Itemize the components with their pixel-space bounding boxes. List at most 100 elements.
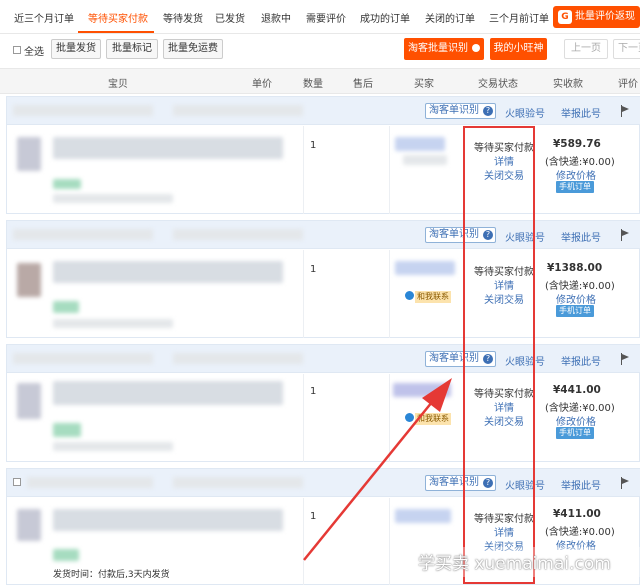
- toolbar: 全选 批量发货 批量标记 批量免运费 淘客批量识别 我的小旺神 上一页 下一页: [0, 34, 640, 66]
- identify-button[interactable]: 淘客单识别?: [425, 227, 496, 243]
- report-account-link[interactable]: 举报此号: [561, 477, 601, 492]
- verify-account-link[interactable]: 火眼验号: [505, 353, 545, 368]
- column-divider: [303, 126, 304, 214]
- column-divider: [303, 498, 304, 585]
- verify-account-link[interactable]: 火眼验号: [505, 477, 545, 492]
- order-card: 淘客单识别? 火眼验号 举报此号 1 等待买家付款 详情 关闭交易 ¥589.7…: [6, 96, 640, 214]
- buyer-name-blurred[interactable]: [395, 137, 445, 151]
- col-after-sale: 售后: [353, 79, 373, 90]
- col-buyer: 买家: [414, 79, 434, 90]
- tab-refunding[interactable]: 退款中: [261, 10, 291, 25]
- column-divider: [389, 374, 390, 462]
- detail-link[interactable]: 详情: [473, 153, 535, 168]
- product-spec-blurred: [53, 194, 173, 203]
- tab-closed[interactable]: 关闭的订单: [425, 10, 475, 25]
- col-unit-price: 单价: [252, 79, 272, 90]
- verify-account-link[interactable]: 火眼验号: [505, 229, 545, 244]
- close-trade-link[interactable]: 关闭交易: [473, 167, 535, 182]
- col-item: 宝贝: [108, 79, 128, 90]
- column-divider: [303, 374, 304, 462]
- trade-status: 等待买家付款: [474, 267, 534, 278]
- product-title-blurred[interactable]: [53, 509, 283, 531]
- batch-mark-button[interactable]: 批量标记: [106, 39, 158, 59]
- order-select-checkbox[interactable]: [13, 478, 21, 486]
- tab-recent-3-months[interactable]: 近三个月订单: [14, 10, 74, 25]
- product-thumbnail[interactable]: [17, 509, 41, 541]
- buyer-name-blurred[interactable]: [395, 509, 451, 523]
- tab-awaiting-shipment[interactable]: 等待发货: [163, 10, 203, 25]
- batch-identify-label: 淘客批量识别: [408, 43, 468, 54]
- product-tag-blurred: [53, 179, 81, 189]
- contact-me-badge[interactable]: 和我联系: [405, 291, 451, 303]
- help-icon: ?: [483, 106, 493, 116]
- next-page-button[interactable]: 下一页: [613, 39, 640, 59]
- identify-button[interactable]: 淘客单识别?: [425, 351, 496, 367]
- active-tab-indicator: [78, 31, 154, 33]
- received-amount: ¥441.00: [553, 384, 601, 396]
- identify-button[interactable]: 淘客单识别?: [425, 475, 496, 491]
- identify-label: 淘客单识别: [429, 353, 479, 364]
- tab-awaiting-payment[interactable]: 等待买家付款: [88, 10, 148, 25]
- tab-shipped[interactable]: 已发货: [215, 10, 245, 25]
- product-thumbnail[interactable]: [17, 383, 41, 419]
- shipping-fee: (含快递:¥0.00): [545, 281, 615, 292]
- flag-icon[interactable]: [621, 353, 631, 365]
- close-trade-link[interactable]: 关闭交易: [473, 413, 535, 428]
- product-tag-blurred: [53, 423, 81, 437]
- tab-older-than-3-months[interactable]: 三个月前订单: [489, 10, 549, 25]
- detail-link[interactable]: 详情: [473, 524, 535, 539]
- product-thumbnail[interactable]: [17, 137, 41, 171]
- modify-price-link[interactable]: 修改价格: [556, 291, 596, 306]
- flag-icon[interactable]: [621, 229, 631, 241]
- batch-free-shipping-button[interactable]: 批量免运费: [163, 39, 223, 59]
- select-all-checkbox[interactable]: [13, 46, 21, 54]
- order-time-blurred: [173, 353, 303, 364]
- close-trade-link[interactable]: 关闭交易: [473, 291, 535, 306]
- detail-link[interactable]: 详情: [473, 399, 535, 414]
- report-account-link[interactable]: 举报此号: [561, 105, 601, 120]
- flag-icon[interactable]: [621, 105, 631, 117]
- mobile-order-badge: 手机订单: [556, 305, 594, 317]
- trade-status: 等待买家付款: [474, 514, 534, 525]
- identify-button[interactable]: 淘客单识别?: [425, 103, 496, 119]
- product-title-blurred[interactable]: [53, 261, 283, 283]
- contact-me-badge[interactable]: 和我联系: [405, 413, 451, 425]
- report-account-link[interactable]: 举报此号: [561, 353, 601, 368]
- modify-price-link[interactable]: 修改价格: [556, 413, 596, 428]
- detail-link[interactable]: 详情: [473, 277, 535, 292]
- product-title-blurred[interactable]: [53, 381, 283, 405]
- product-title-blurred[interactable]: [53, 137, 283, 159]
- product-thumbnail[interactable]: [17, 263, 41, 297]
- chat-icon: [405, 291, 414, 300]
- verify-account-link[interactable]: 火眼验号: [505, 105, 545, 120]
- column-divider: [389, 498, 390, 585]
- toggle-dot-icon: [472, 44, 480, 52]
- tab-need-review[interactable]: 需要评价: [306, 10, 346, 25]
- mobile-order-badge: 手机订单: [556, 181, 594, 193]
- modify-price-link[interactable]: 修改价格: [556, 167, 596, 182]
- buyer-name-blurred[interactable]: [395, 261, 455, 275]
- order-number-blurred: [13, 353, 153, 364]
- quantity: 1: [310, 264, 317, 275]
- buyer-name-blurred[interactable]: [393, 383, 451, 397]
- quantity: 1: [310, 140, 317, 151]
- contact-me-label: 和我联系: [415, 413, 451, 425]
- tab-successful[interactable]: 成功的订单: [360, 10, 410, 25]
- batch-rate-cashback-label: 批量评价返现: [575, 11, 635, 22]
- prev-page-button[interactable]: 上一页: [564, 39, 608, 59]
- report-account-link[interactable]: 举报此号: [561, 229, 601, 244]
- batch-identify-button[interactable]: 淘客批量识别: [404, 38, 484, 60]
- order-time-blurred: [173, 229, 303, 240]
- shipping-fee: (含快递:¥0.00): [545, 157, 615, 168]
- mobile-order-badge: 手机订单: [556, 427, 594, 439]
- flag-icon[interactable]: [621, 477, 631, 489]
- received-amount: ¥411.00: [553, 508, 601, 520]
- my-wangwang-button[interactable]: 我的小旺神: [490, 38, 547, 60]
- batch-rate-cashback-button[interactable]: G 批量评价返现: [553, 6, 640, 28]
- help-icon: ?: [483, 354, 493, 364]
- col-review: 评价: [618, 79, 638, 90]
- chat-icon: [405, 413, 414, 422]
- order-number-blurred: [27, 477, 153, 488]
- received-amount: ¥1388.00: [547, 262, 603, 274]
- batch-ship-button[interactable]: 批量发货: [51, 39, 101, 59]
